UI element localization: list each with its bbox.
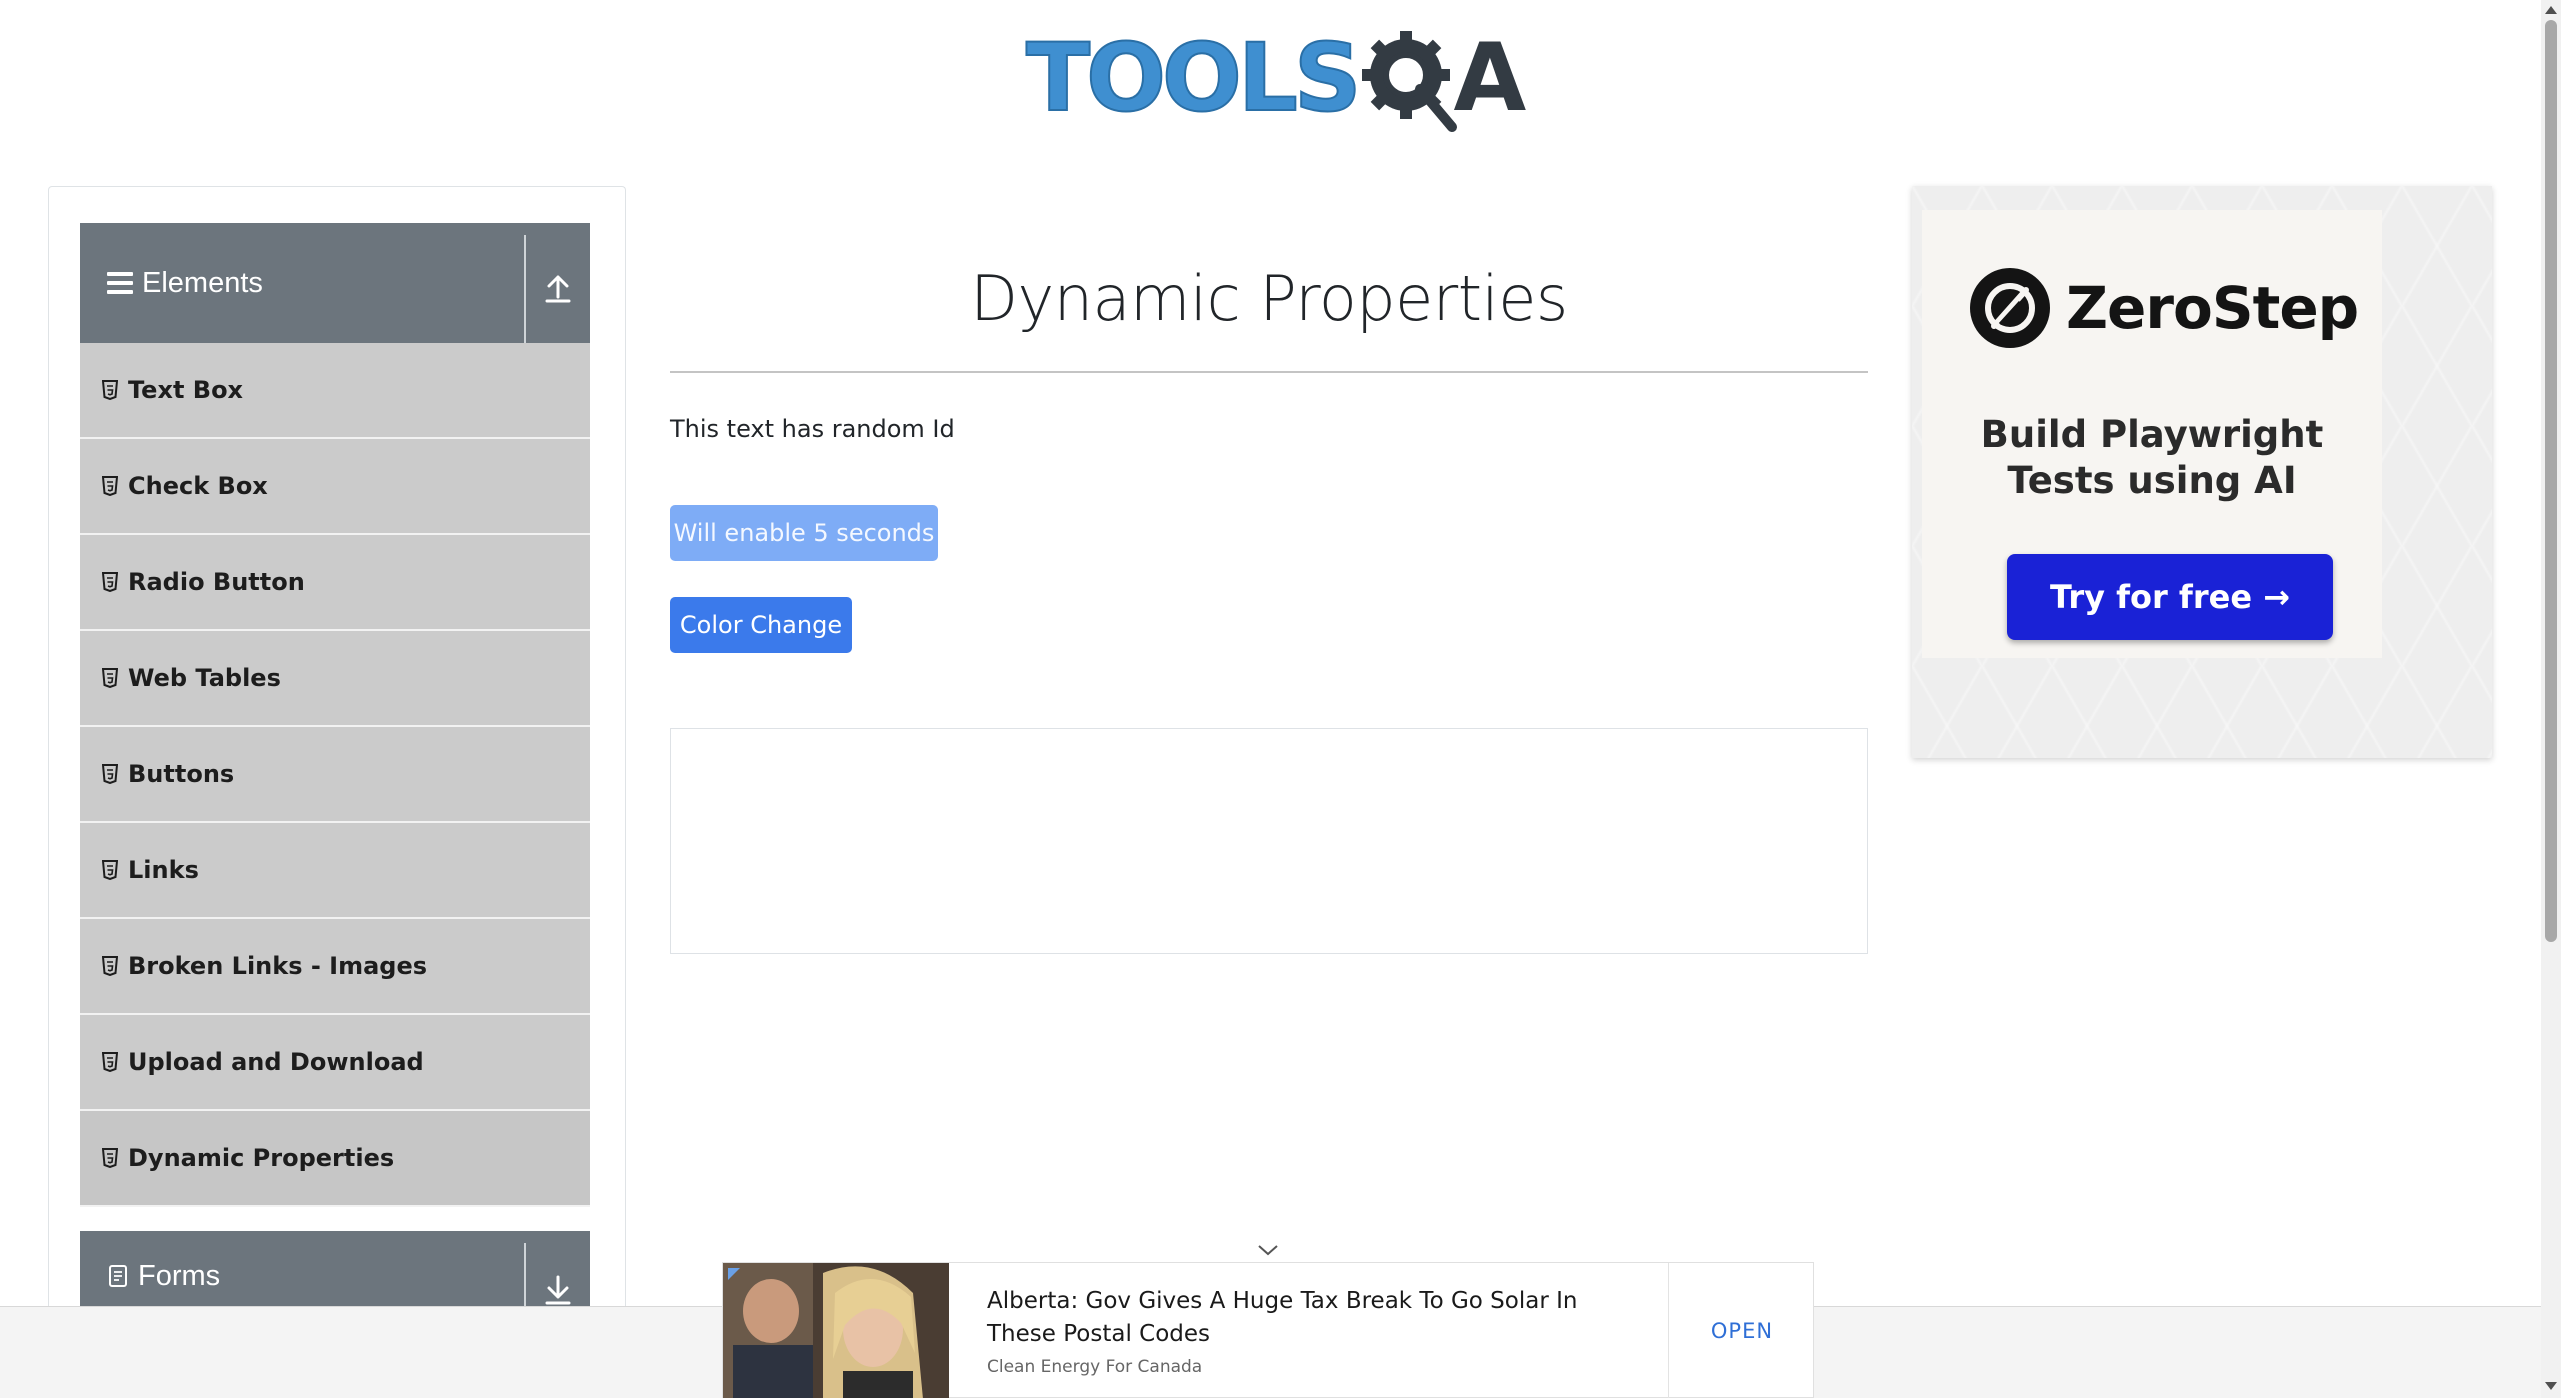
menu-item-upload-and-download[interactable]: Upload and Download [80,1015,590,1111]
elements-group-header[interactable]: Elements [80,223,590,343]
html5-icon [101,476,119,497]
zerostep-mark-icon [1970,268,2050,348]
html5-icon [101,860,119,881]
ad-tagline-line1: Build Playwright [1980,413,2324,456]
ad-tagline-line2: Tests using AI [2007,459,2297,502]
html5-icon [101,668,119,689]
menu-item-label: Links [128,856,199,884]
zerostep-ad[interactable]: ZeroStep Build Playwright Tests using AI… [1912,186,2492,758]
menu-item-label: Buttons [128,760,235,788]
menu-item-label: Upload and Download [128,1048,424,1076]
menu-item-dynamic-properties[interactable]: Dynamic Properties [80,1111,590,1207]
scroll-up-arrow-icon[interactable] [2545,6,2557,14]
html5-icon [101,1052,119,1073]
ad-card: ZeroStep Build Playwright Tests using AI… [1922,210,2382,658]
elements-group-title: Elements [142,266,263,299]
scrollbar-thumb[interactable] [2545,20,2557,942]
menu-item-check-box[interactable]: Check Box [80,439,590,535]
chevron-down-icon[interactable] [1256,1240,1280,1260]
zerostep-logo: ZeroStep [1970,268,2359,348]
menu-item-broken-links-images[interactable]: Broken Links - Images [80,919,590,1015]
menu-item-radio-button[interactable]: Radio Button [80,535,590,631]
menu-item-links[interactable]: Links [80,823,590,919]
html5-icon [101,380,119,401]
html5-icon [101,956,119,977]
try-for-free-button[interactable]: Try for free → [2007,554,2333,640]
title-divider [670,371,1868,373]
ad-info-icon[interactable] [727,1267,741,1281]
menu-item-label: Radio Button [128,568,305,596]
left-panel: Elements Text Box Check Box Radio Button… [48,186,626,1398]
elements-menu-list: Text Box Check Box Radio Button Web Tabl… [80,343,590,1207]
ad-open-button[interactable]: OPEN [1669,1263,1815,1398]
logo-text-a: A [1453,24,1527,133]
form-icon [108,1264,128,1288]
ad-thumbnail-image [723,1263,949,1398]
menu-item-label: Web Tables [128,664,281,692]
ad-headline[interactable]: Alberta: Gov Gives A Huge Tax Break To G… [987,1285,1587,1351]
gear-magnifier-icon [1356,25,1464,133]
enable-after-button[interactable]: Will enable 5 seconds [670,505,938,561]
toolsqa-logo[interactable]: TOOLS A [1025,18,1527,140]
ad-tagline: Build Playwright Tests using AI [1922,412,2382,504]
menu-item-buttons[interactable]: Buttons [80,727,590,823]
group-header-divider [524,235,526,343]
menu-item-label: Check Box [128,472,268,500]
ad-source: Clean Energy For Canada [987,1357,1203,1377]
menu-item-label: Text Box [128,376,244,404]
menu-item-label: Dynamic Properties [128,1144,395,1172]
html5-icon [101,572,119,593]
forms-group-title: Forms [138,1259,221,1292]
vertical-scrollbar[interactable] [2541,0,2561,1398]
zerostep-brand: ZeroStep [2066,274,2359,342]
color-change-button[interactable]: Color Change [670,597,852,653]
menu-item-web-tables[interactable]: Web Tables [80,631,590,727]
collapse-arrow-up-icon[interactable] [540,263,576,307]
page-title: Dynamic Properties [970,262,1568,335]
bottom-ad[interactable]: Alberta: Gov Gives A Huge Tax Break To G… [722,1262,1814,1398]
html5-icon [101,1148,119,1169]
scroll-down-arrow-icon[interactable] [2545,1382,2557,1390]
random-id-text: This text has random Id [670,415,955,443]
menu-item-text-box[interactable]: Text Box [80,343,590,439]
html5-icon [101,764,119,785]
menu-item-label: Broken Links - Images [128,952,428,980]
hamburger-icon [107,272,133,294]
logo-text-tools: TOOLS [1025,24,1363,133]
ad-placeholder-box [670,728,1868,954]
